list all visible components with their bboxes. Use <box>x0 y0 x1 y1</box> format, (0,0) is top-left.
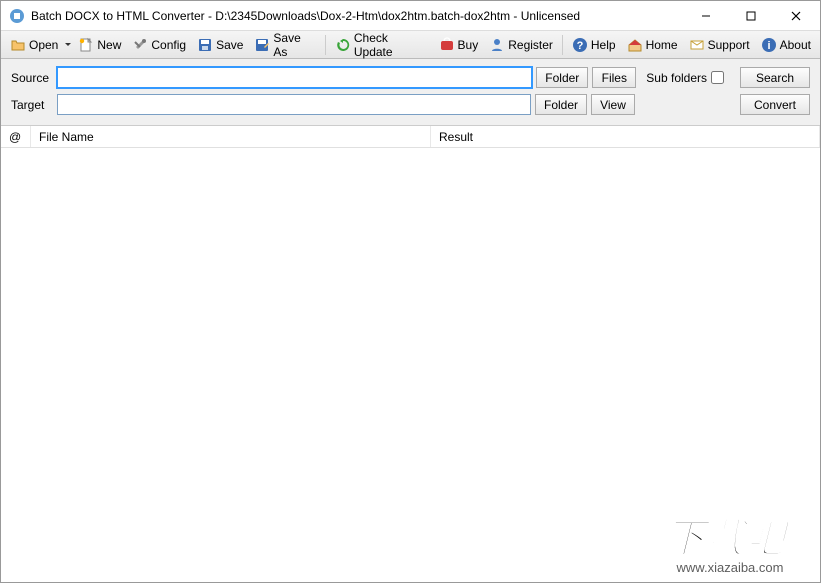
register-button[interactable]: Register <box>484 34 558 56</box>
open-dropdown[interactable] <box>64 41 72 49</box>
convert-button[interactable]: Convert <box>740 94 810 115</box>
titlebar: Batch DOCX to HTML Converter - D:\2345Do… <box>1 1 820 31</box>
sub-folders-label[interactable]: Sub folders <box>646 71 724 85</box>
minimize-button[interactable] <box>683 2 728 30</box>
about-button[interactable]: i About <box>756 34 816 56</box>
register-icon <box>489 37 505 53</box>
save-label: Save <box>216 38 243 52</box>
svg-text:?: ? <box>577 40 584 52</box>
check-update-label: Check Update <box>354 31 428 59</box>
check-update-button[interactable]: Check Update <box>330 28 433 62</box>
target-label: Target <box>11 98 53 112</box>
target-folder-button[interactable]: Folder <box>535 94 587 115</box>
help-label: Help <box>591 38 616 52</box>
config-label: Config <box>151 38 186 52</box>
target-row: Target Folder View Convert <box>11 94 810 115</box>
save-button[interactable]: Save <box>192 34 248 56</box>
buy-icon <box>439 37 455 53</box>
home-button[interactable]: Home <box>622 34 683 56</box>
save-as-label: Save As <box>273 31 315 59</box>
open-button[interactable]: Open <box>5 34 63 56</box>
new-label: New <box>97 38 121 52</box>
new-icon <box>78 37 94 53</box>
toolbar-separator <box>325 35 326 55</box>
support-icon <box>689 37 705 53</box>
about-label: About <box>780 38 811 52</box>
table-header: @ File Name Result <box>1 126 820 148</box>
support-label: Support <box>708 38 750 52</box>
table-body <box>1 148 820 568</box>
search-button[interactable]: Search <box>740 67 810 88</box>
svg-text:i: i <box>767 40 770 52</box>
toolbar: Open New Config Save Save As Check Updat… <box>1 31 820 59</box>
about-icon: i <box>761 37 777 53</box>
source-row: Source Folder Files Sub folders Search <box>11 67 810 88</box>
sub-folders-text: Sub folders <box>646 71 707 85</box>
save-icon <box>197 37 213 53</box>
new-button[interactable]: New <box>73 34 126 56</box>
open-label: Open <box>29 38 58 52</box>
support-button[interactable]: Support <box>684 34 755 56</box>
source-files-button[interactable]: Files <box>592 67 636 88</box>
column-at[interactable]: @ <box>1 126 31 147</box>
column-filename[interactable]: File Name <box>31 126 431 147</box>
config-icon <box>132 37 148 53</box>
toolbar-separator <box>562 35 563 55</box>
source-folder-button[interactable]: Folder <box>536 67 588 88</box>
app-icon <box>9 8 25 24</box>
maximize-button[interactable] <box>728 2 773 30</box>
home-label: Home <box>646 38 678 52</box>
save-as-icon <box>254 37 270 53</box>
sub-folders-checkbox[interactable] <box>711 71 724 84</box>
home-icon <box>627 37 643 53</box>
config-button[interactable]: Config <box>127 34 191 56</box>
help-icon: ? <box>572 37 588 53</box>
help-button[interactable]: ? Help <box>567 34 621 56</box>
window-title: Batch DOCX to HTML Converter - D:\2345Do… <box>31 9 683 23</box>
source-input[interactable] <box>57 67 532 88</box>
update-icon <box>335 37 351 53</box>
save-as-button[interactable]: Save As <box>249 28 320 62</box>
target-view-button[interactable]: View <box>591 94 635 115</box>
buy-label: Buy <box>458 38 479 52</box>
column-result[interactable]: Result <box>431 126 820 147</box>
form-area: Source Folder Files Sub folders Search T… <box>1 59 820 126</box>
close-button[interactable] <box>773 2 818 30</box>
target-input[interactable] <box>57 94 531 115</box>
open-icon <box>10 37 26 53</box>
source-label: Source <box>11 71 53 85</box>
register-label: Register <box>508 38 553 52</box>
buy-button[interactable]: Buy <box>434 34 484 56</box>
